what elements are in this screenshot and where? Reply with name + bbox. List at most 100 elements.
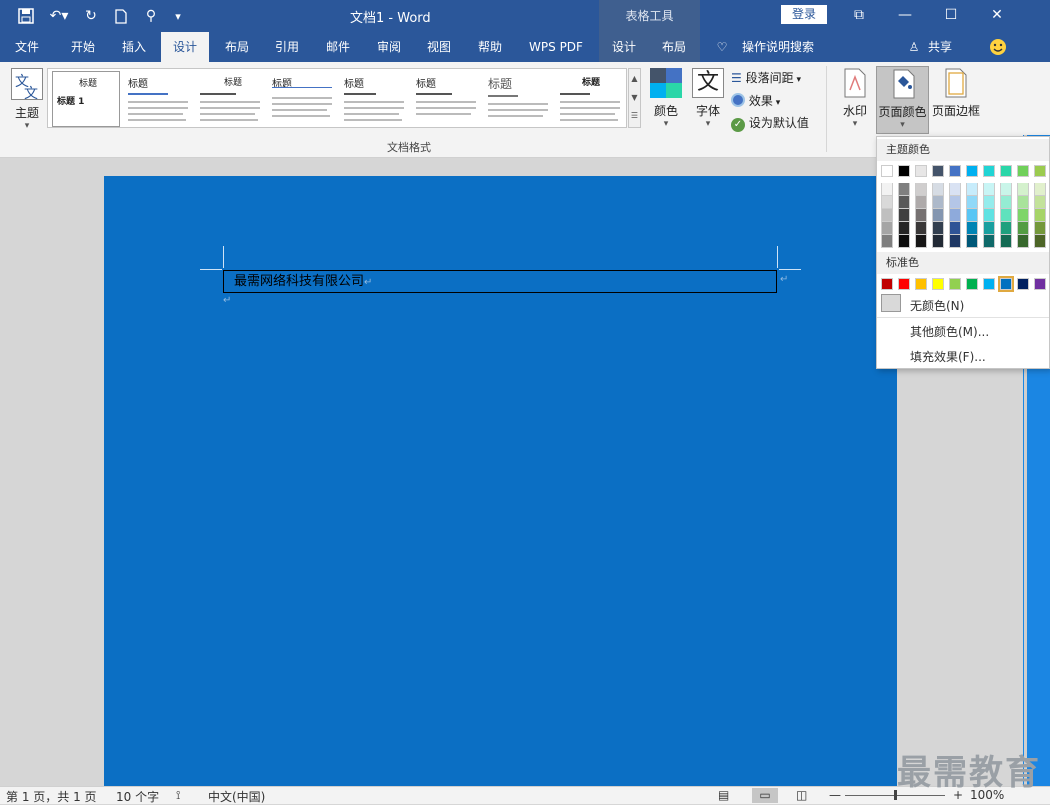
tab-help[interactable]: 帮助 [465, 32, 515, 62]
theme-color-swatch[interactable] [932, 165, 944, 177]
theme-color-swatch[interactable] [966, 165, 978, 177]
theme-color-swatch[interactable] [932, 183, 944, 196]
theme-color-swatch[interactable] [983, 183, 995, 196]
theme-color-swatch[interactable] [1034, 209, 1046, 222]
theme-color-swatch[interactable] [983, 165, 995, 177]
theme-color-swatch[interactable] [932, 222, 944, 235]
theme-color-swatch[interactable] [1000, 196, 1012, 209]
theme-color-swatch[interactable] [1017, 196, 1029, 209]
read-mode-icon[interactable]: ▤ [718, 788, 729, 802]
tab-wps-pdf[interactable]: WPS PDF [517, 32, 595, 62]
style-set-item[interactable]: 标题 [484, 71, 552, 127]
theme-color-swatch[interactable] [966, 222, 978, 235]
standard-color-swatch[interactable] [915, 278, 927, 290]
theme-color-swatch[interactable] [949, 209, 961, 222]
theme-color-swatch[interactable] [1034, 196, 1046, 209]
theme-color-swatch[interactable] [932, 196, 944, 209]
zoom-out-icon[interactable]: — [829, 788, 841, 802]
standard-color-swatch[interactable] [966, 278, 978, 290]
watermark-button[interactable]: 水印 ▾ [838, 66, 872, 132]
tab-file[interactable]: 文件 [0, 32, 54, 62]
theme-color-swatch[interactable] [1017, 209, 1029, 222]
web-layout-icon[interactable]: ◫ [796, 788, 807, 802]
theme-color-swatch[interactable] [1034, 222, 1046, 235]
theme-color-swatch[interactable] [898, 183, 910, 196]
gallery-more-icon[interactable]: ☰ [629, 107, 640, 125]
theme-color-swatch[interactable] [949, 196, 961, 209]
theme-color-swatch[interactable] [932, 235, 944, 248]
word-count[interactable]: 10 个字 [116, 788, 159, 805]
theme-color-swatch[interactable] [966, 183, 978, 196]
theme-color-swatch[interactable] [1017, 235, 1029, 248]
effects-button[interactable]: 效果 ▾ [731, 92, 780, 109]
style-set-item[interactable]: 标题 标题 1 [52, 71, 120, 127]
theme-color-swatch[interactable] [881, 183, 893, 196]
theme-color-swatch[interactable] [983, 196, 995, 209]
ribbon-display-options-icon[interactable]: ⧉ [836, 0, 882, 32]
standard-color-swatch[interactable] [949, 278, 961, 290]
tab-view[interactable]: 视图 [414, 32, 464, 62]
no-color-option[interactable]: 无颜色(N) [910, 297, 964, 314]
proofing-icon[interactable]: ⟟ [176, 788, 180, 803]
more-colors-option[interactable]: 其他颜色(M)... [910, 323, 989, 340]
theme-color-swatch[interactable] [881, 165, 893, 177]
style-set-item[interactable]: 标题 [196, 71, 264, 127]
gallery-up-icon[interactable]: ▲ [629, 69, 640, 89]
smiley-icon[interactable] [986, 32, 1010, 62]
theme-color-swatch[interactable] [949, 235, 961, 248]
theme-color-swatch[interactable] [1017, 183, 1029, 196]
themes-button[interactable]: 文 文 主题 ▾ [8, 66, 46, 132]
share-button[interactable]: 共享 [924, 32, 956, 62]
redo-icon[interactable]: ↻ [80, 6, 102, 26]
standard-color-swatch[interactable] [1034, 278, 1046, 290]
theme-color-swatch[interactable] [915, 165, 927, 177]
gallery-scroll[interactable]: ▲ ▼ ☰ [628, 68, 641, 128]
fonts-button[interactable]: 文 字体 ▾ [691, 66, 725, 132]
tab-mailings[interactable]: 邮件 [313, 32, 363, 62]
theme-color-swatch[interactable] [881, 222, 893, 235]
theme-color-swatch[interactable] [898, 209, 910, 222]
print-layout-icon[interactable]: ▭ [752, 788, 778, 803]
theme-color-swatch[interactable] [1034, 235, 1046, 248]
tab-home[interactable]: 开始 [56, 32, 110, 62]
theme-color-swatch[interactable] [949, 165, 961, 177]
theme-color-swatch[interactable] [1017, 165, 1029, 177]
colors-button[interactable]: 颜色 ▾ [648, 66, 684, 132]
tab-references[interactable]: 引用 [262, 32, 312, 62]
theme-color-swatch[interactable] [966, 235, 978, 248]
undo-icon[interactable]: ↶▾ [44, 6, 74, 26]
theme-color-swatch[interactable] [915, 183, 927, 196]
tab-table-layout[interactable]: 布局 [650, 32, 698, 62]
theme-color-swatch[interactable] [1000, 209, 1012, 222]
tab-insert[interactable]: 插入 [108, 32, 160, 62]
theme-color-swatch[interactable] [1017, 222, 1029, 235]
theme-color-swatch[interactable] [1000, 183, 1012, 196]
document-page[interactable]: 最需网络科技有限公司↵ ↵ ↵ [104, 176, 897, 786]
standard-color-swatch[interactable] [898, 278, 910, 290]
theme-color-swatch[interactable] [966, 209, 978, 222]
style-set-item[interactable]: 标题 [124, 71, 192, 127]
login-button[interactable]: 登录 [781, 5, 827, 24]
standard-color-swatch[interactable] [998, 276, 1014, 292]
tab-table-design[interactable]: 设计 [601, 32, 647, 62]
theme-color-swatch[interactable] [983, 222, 995, 235]
theme-color-swatch[interactable] [915, 196, 927, 209]
close-icon[interactable]: ✕ [974, 0, 1020, 32]
standard-color-swatch[interactable] [932, 278, 944, 290]
tell-me-search[interactable]: 操作说明搜索 [738, 32, 818, 62]
style-set-item[interactable]: 标题 [556, 71, 624, 127]
search-icon[interactable]: ⚲ [140, 6, 162, 26]
theme-color-swatch[interactable] [898, 222, 910, 235]
new-document-icon[interactable] [110, 6, 132, 26]
theme-color-swatch[interactable] [898, 165, 910, 177]
set-as-default-button[interactable]: ✓ 设为默认值 [731, 114, 809, 132]
theme-color-swatch[interactable] [949, 222, 961, 235]
page-count[interactable]: 第 1 页，共 1 页 [6, 788, 97, 805]
theme-color-swatch[interactable] [983, 209, 995, 222]
theme-color-swatch[interactable] [1034, 165, 1046, 177]
minimize-icon[interactable]: — [882, 0, 928, 32]
standard-color-swatch[interactable] [983, 278, 995, 290]
theme-color-swatch[interactable] [915, 235, 927, 248]
theme-color-swatch[interactable] [966, 196, 978, 209]
theme-color-swatch[interactable] [898, 196, 910, 209]
